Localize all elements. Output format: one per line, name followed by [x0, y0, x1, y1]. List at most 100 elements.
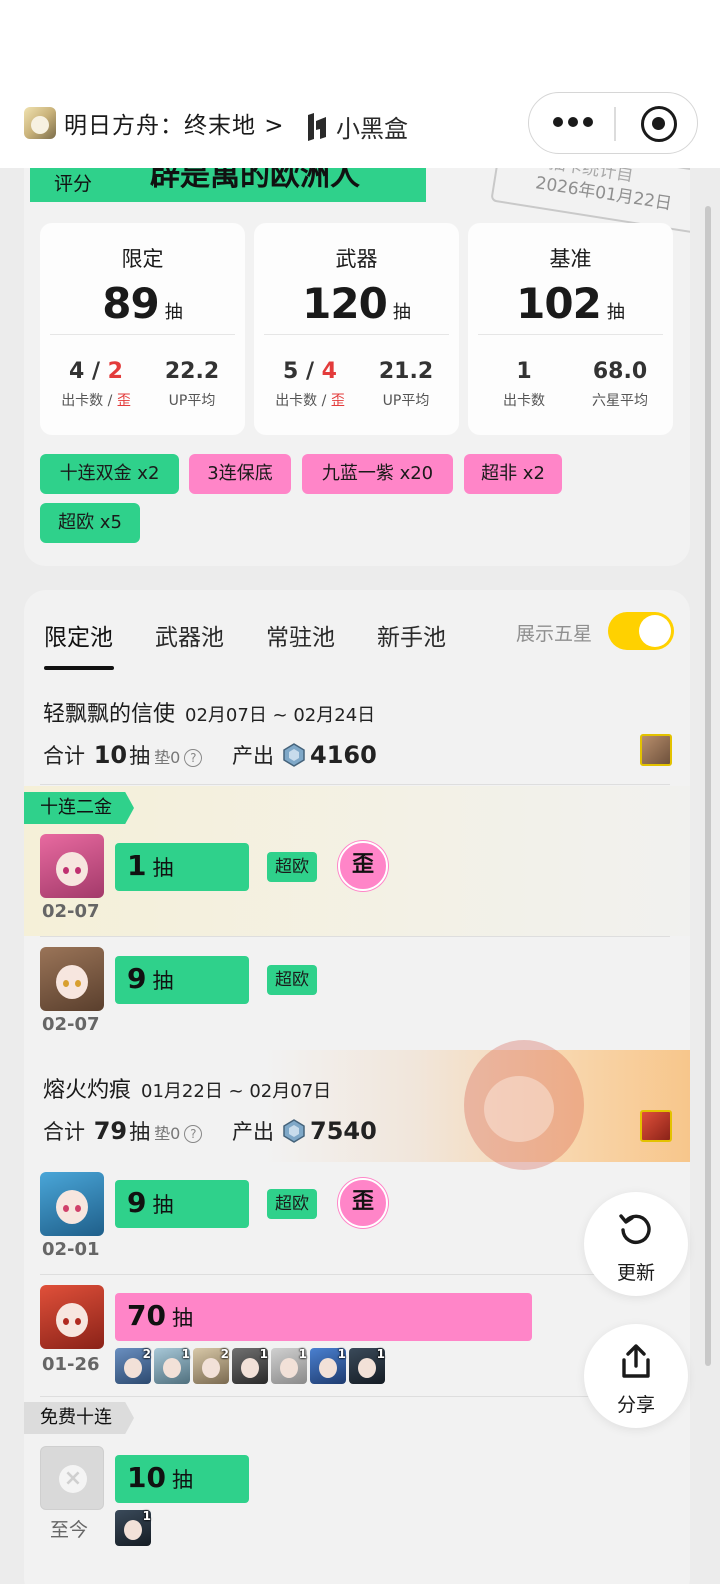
stat-card-count: 89 抽: [102, 279, 183, 328]
operator-avatar[interactable]: [40, 1285, 104, 1349]
badge-super-lucky: 超欧: [267, 852, 317, 882]
pool-pad: 垫0: [154, 748, 181, 767]
stat-card-divider: [478, 334, 663, 335]
pool-pad: 垫0: [154, 1124, 181, 1143]
share-label: 分享: [616, 1394, 655, 1416]
heybox-logo-icon: [308, 112, 326, 141]
tab-beginner-pool[interactable]: 新手池: [377, 618, 446, 652]
pull-count-bar: 9抽: [115, 1180, 249, 1228]
operator-thumb[interactable]: 2: [115, 1347, 151, 1384]
row-date: 02-07: [42, 901, 100, 922]
empty-avatar-slot: ×: [40, 1446, 104, 1510]
operator-thumb[interactable]: 1: [154, 1347, 190, 1384]
show-five-star-toggle[interactable]: [608, 612, 674, 650]
app-icon[interactable]: [24, 107, 56, 139]
tab-weapon-pool[interactable]: 武器池: [155, 618, 224, 652]
off-banner-badge: 歪: [338, 1178, 388, 1228]
more-dots-icon[interactable]: [553, 112, 593, 132]
stat-card-title: 基准: [549, 247, 592, 271]
share-icon: [622, 1344, 650, 1378]
ribbon-ten-double-gold: 十连二金: [24, 792, 134, 824]
row-date: 至今: [50, 1519, 89, 1541]
row-date: 02-07: [42, 1014, 100, 1035]
rating-label: 评分: [54, 173, 93, 195]
operator-thumb[interactable]: 2: [193, 1347, 229, 1384]
stat-card-limited[interactable]: 限定 89 抽 4 / 2 出卡数 / 歪 22.2 UP平均: [40, 223, 245, 435]
tab-limited-pool[interactable]: 限定池: [44, 618, 113, 652]
tag-three-pity: 3连保底: [189, 454, 291, 494]
pull-count-bar: 1抽: [115, 843, 249, 891]
app-title-link[interactable]: 明日方舟：终末地 >: [64, 106, 285, 140]
stat-six-star-average: 68.0 六星平均: [592, 359, 648, 409]
brand-logo: 小黑盒: [304, 109, 408, 144]
stat-card-divider: [50, 334, 235, 335]
share-button[interactable]: 分享: [584, 1324, 688, 1428]
pool-output: 产出 4160: [232, 741, 377, 769]
stat-output-count: 4 / 2 出卡数 / 歪: [61, 359, 131, 409]
pool-list-card: 限定池 武器池 常驻池 新手池 展示五星 轻飘飘的信使 02月07日 ~ 02月2…: [24, 590, 690, 1584]
operator-thumb[interactable]: 1: [349, 1347, 385, 1384]
pool-name: 轻飘飘的信使 02月07日 ~ 02月24日: [43, 702, 376, 727]
tab-standard-pool[interactable]: 常驻池: [266, 618, 335, 652]
pool-total: 合计 79抽 垫0?: [43, 1116, 203, 1146]
pool-name: 熔火灼痕 01月22日 ~ 02月07日: [43, 1078, 332, 1103]
help-icon[interactable]: ?: [184, 749, 203, 767]
stat-card-divider: [264, 334, 449, 335]
stat-card-title: 限定: [121, 247, 164, 271]
rating-title: 辟是萬的欧洲人: [150, 166, 360, 193]
brand-name: 小黑盒: [336, 115, 408, 143]
pull-count-bar: 10 抽: [115, 1455, 249, 1503]
pool-total: 合计 10抽 垫0?: [43, 740, 203, 770]
operator-avatar[interactable]: [40, 834, 104, 898]
four-star-operator-list: 2 1 2 1 1 1 1: [115, 1347, 385, 1384]
refresh-icon: [619, 1214, 651, 1244]
capsule-divider: [614, 107, 616, 141]
operator-thumb[interactable]: 1: [271, 1347, 307, 1384]
pool-character-avatar: [640, 734, 672, 766]
stat-card-weapon[interactable]: 武器 120 抽 5 / 4 出卡数 / 歪 21.2 UP平均: [254, 223, 459, 435]
mini-program-navbar: 明日方舟：终末地 > 小黑盒: [0, 0, 720, 168]
operator-avatar[interactable]: [40, 947, 104, 1011]
pool-dates: 01月22日 ~ 02月07日: [141, 1081, 332, 1102]
ribbon-free-ten: 免费十连: [24, 1402, 134, 1434]
close-icon: ×: [59, 1465, 87, 1493]
divider: [40, 1396, 670, 1397]
pull-count-bar: 70 抽: [115, 1293, 532, 1341]
refresh-button[interactable]: 更新: [584, 1192, 688, 1296]
tag-super-lucky: 超欧 x5: [40, 503, 140, 543]
badge-super-lucky: 超欧: [267, 1189, 317, 1219]
divider: [40, 784, 670, 785]
stat-output-count: 1 出卡数: [503, 359, 545, 409]
toggle-knob: [639, 615, 671, 647]
operator-thumb[interactable]: 1: [115, 1509, 151, 1546]
stat-card-title: 武器: [335, 247, 378, 271]
help-icon[interactable]: ?: [184, 1125, 203, 1143]
operator-thumb[interactable]: 1: [232, 1347, 268, 1384]
operator-avatar[interactable]: [40, 1172, 104, 1236]
pool-character-avatar: [640, 1110, 672, 1142]
target-circle-icon[interactable]: [641, 106, 677, 142]
show-five-star-label: 展示五星: [516, 623, 593, 645]
off-banner-badge: 歪: [338, 841, 388, 891]
refresh-label: 更新: [616, 1262, 655, 1284]
tag-ten-double-gold: 十连双金 x2: [40, 454, 179, 494]
orundum-icon: [283, 1119, 305, 1143]
capsule-menu: [528, 92, 698, 154]
scrollbar[interactable]: [705, 206, 711, 1366]
orundum-icon: [283, 743, 305, 767]
pool-dates: 02月07日 ~ 02月24日: [185, 705, 376, 726]
rating-banner: 评分 辟是萬的欧洲人: [30, 166, 426, 202]
pool-output: 产出 7540: [232, 1117, 377, 1145]
active-tab-indicator: [44, 666, 114, 670]
tag-super-unlucky: 超非 x2: [464, 454, 562, 494]
stat-up-average: 21.2 UP平均: [378, 359, 434, 409]
stat-card-count: 102 抽: [516, 279, 625, 328]
row-date: 01-26: [42, 1354, 100, 1375]
row-date: 02-01: [42, 1239, 100, 1260]
stat-card-standard[interactable]: 基准 102 抽 1 出卡数 68.0 六星平均: [468, 223, 673, 435]
four-star-operator-list: 1: [115, 1509, 151, 1546]
badge-super-lucky: 超欧: [267, 965, 317, 995]
divider: [40, 1274, 670, 1275]
operator-thumb[interactable]: 1: [310, 1347, 346, 1384]
divider: [40, 936, 670, 937]
